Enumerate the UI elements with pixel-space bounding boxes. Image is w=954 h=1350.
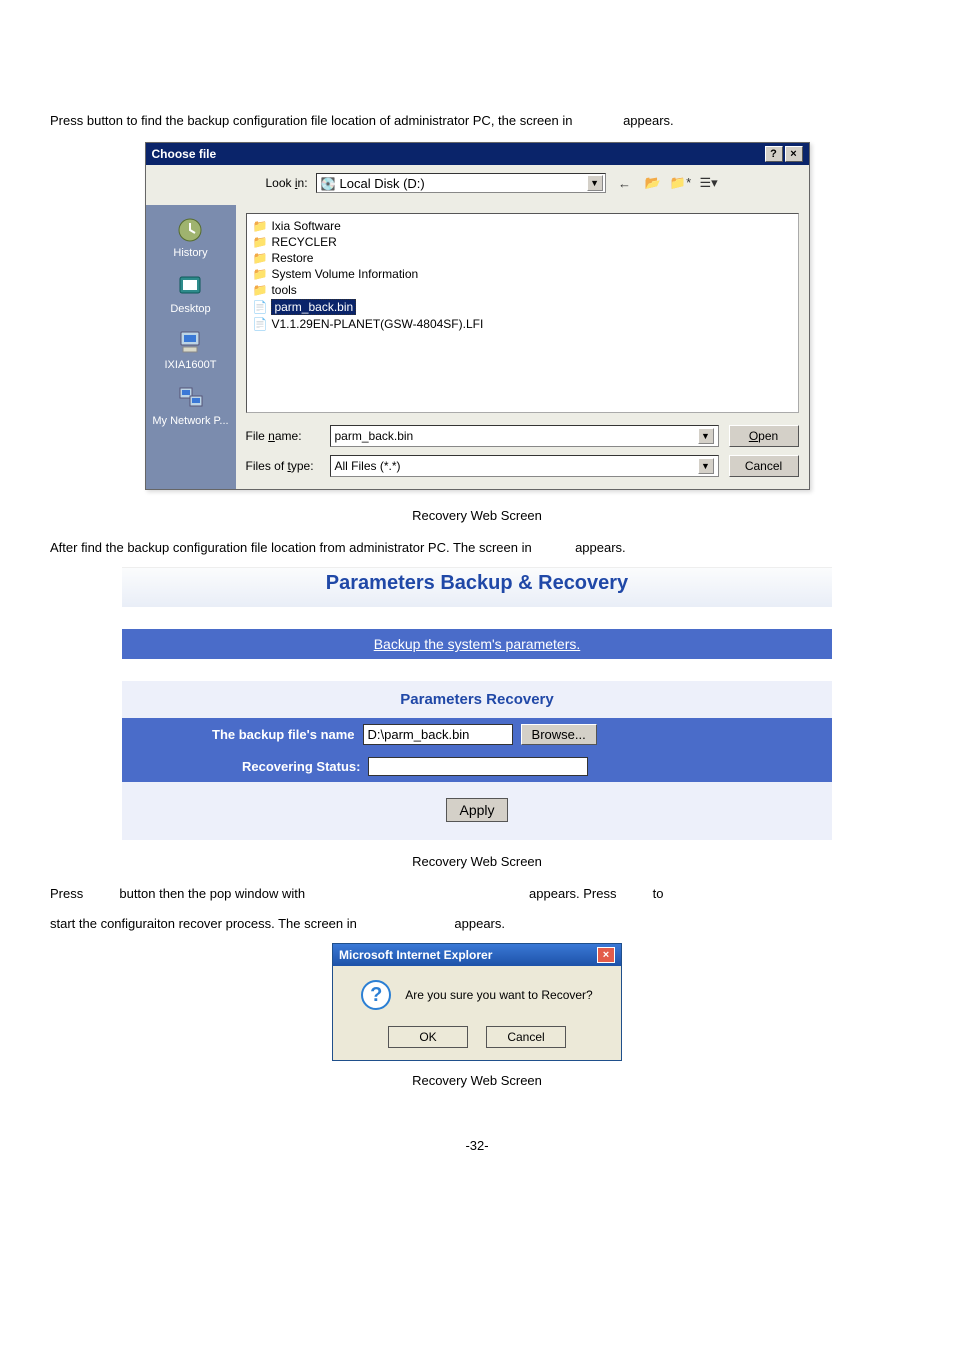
filetype-label: Files of type: — [246, 459, 320, 473]
place-label: History — [173, 247, 207, 259]
list-item-selected[interactable]: parm_back.bin — [253, 298, 792, 316]
ie-confirm-dialog: Microsoft Internet Explorer × ? Are you … — [332, 943, 622, 1061]
recovering-status-row: Recovering Status: — [122, 751, 832, 782]
text: start the configuraiton recover process.… — [50, 916, 360, 931]
network-icon — [174, 383, 208, 413]
press-label: Press — [50, 113, 83, 128]
new-folder-icon[interactable]: 📁* — [670, 173, 692, 193]
chevron-down-icon[interactable]: ▼ — [587, 175, 603, 191]
folder-icon — [253, 267, 268, 281]
place-history[interactable]: History — [173, 211, 207, 263]
dialog-titlebar: Choose file ? × — [146, 143, 809, 165]
backup-path-input[interactable]: D:\parm_back.bin — [363, 724, 513, 745]
cancel-button[interactable]: Cancel — [729, 455, 799, 477]
panel-title: Parameters Backup & Recovery — [122, 567, 832, 607]
computer-icon — [173, 327, 207, 357]
desktop-icon — [173, 271, 207, 301]
close-button[interactable]: × — [597, 947, 615, 963]
view-menu-icon[interactable]: ☰▾ — [698, 173, 720, 193]
file-icon — [253, 300, 268, 314]
history-icon — [173, 215, 207, 245]
folder-icon — [253, 251, 268, 265]
place-label: My Network P... — [152, 415, 228, 427]
after-find-line: After find the backup configuration file… — [50, 537, 904, 559]
help-button[interactable]: ? — [765, 146, 783, 162]
place-network[interactable]: My Network P... — [152, 379, 228, 431]
backup-link-bar: Backup the system's parameters. — [122, 629, 832, 659]
choose-file-dialog: Choose file ? × Look in: Local Disk (D:)… — [145, 142, 810, 490]
filename-value: parm_back.bin — [335, 429, 414, 443]
chevron-down-icon[interactable]: ▼ — [698, 428, 714, 444]
dialog-title: Choose file — [152, 147, 217, 161]
after-find-text: After find the backup configuration file… — [50, 540, 535, 555]
cancel-button[interactable]: Cancel — [486, 1026, 566, 1048]
back-icon[interactable]: ← — [614, 173, 636, 193]
lookin-value: Local Disk (D:) — [340, 176, 425, 191]
up-folder-icon[interactable]: 📂 — [642, 173, 664, 193]
page-number: -32- — [50, 1138, 904, 1153]
file-icon — [253, 317, 268, 331]
figure-caption: Recovery Web Screen — [50, 1073, 904, 1088]
folder-icon — [253, 235, 268, 249]
place-ixia[interactable]: IXIA1600T — [165, 323, 217, 375]
list-item[interactable]: Ixia Software — [253, 218, 792, 234]
filetype-select[interactable]: All Files (*.*) ▼ — [330, 455, 719, 477]
lookin-label: Look in: — [266, 176, 308, 190]
list-item[interactable]: tools — [253, 282, 792, 298]
status-box — [368, 757, 588, 776]
intro-line: Press button to find the backup configur… — [50, 110, 904, 132]
backup-link[interactable]: Backup the system's parameters. — [374, 636, 581, 652]
folder-icon — [253, 219, 268, 233]
row-label: The backup file's name — [212, 727, 355, 742]
intro-appears: appears. — [623, 113, 674, 128]
apply-button[interactable]: Apply — [446, 798, 507, 822]
text: appears. Press — [529, 886, 620, 901]
place-desktop[interactable]: Desktop — [170, 267, 210, 319]
close-button[interactable]: × — [785, 146, 803, 162]
ok-button[interactable]: OK — [388, 1026, 468, 1048]
place-label: Desktop — [170, 303, 210, 315]
ie-message: Are you sure you want to Recover? — [405, 988, 592, 1002]
ie-title-text: Microsoft Internet Explorer — [339, 948, 492, 962]
start-line: start the configuraiton recover process.… — [50, 913, 904, 935]
figure-caption: Recovery Web Screen — [50, 854, 904, 869]
figure-caption: Recovery Web Screen — [50, 508, 904, 523]
filename-label: File name: — [246, 429, 320, 443]
backup-filename-row: The backup file's name D:\parm_back.bin … — [122, 718, 832, 751]
row-label: Recovering Status: — [242, 759, 360, 774]
question-icon: ? — [361, 980, 391, 1010]
folder-icon — [253, 283, 268, 297]
disk-icon — [321, 176, 340, 191]
panel-subtitle: Parameters Recovery — [122, 681, 832, 718]
places-bar: History Desktop IXIA1600T My Network P..… — [146, 205, 236, 489]
list-item[interactable]: V1.1.29EN-PLANET(GSW-4804SF).LFI — [253, 316, 792, 332]
text: Press — [50, 886, 87, 901]
browse-button[interactable]: Browse... — [521, 724, 597, 745]
ie-titlebar: Microsoft Internet Explorer × — [333, 944, 621, 966]
file-list[interactable]: Ixia Software RECYCLER Restore System Vo… — [246, 213, 799, 413]
parameters-panel: Parameters Backup & Recovery Backup the … — [122, 567, 832, 840]
list-item[interactable]: Restore — [253, 250, 792, 266]
press-apply-line: Press button then the pop window with ap… — [50, 883, 904, 905]
text: button then the pop window with — [119, 886, 308, 901]
list-item[interactable]: System Volume Information — [253, 266, 792, 282]
filetype-value: All Files (*.*) — [335, 459, 401, 473]
lookin-select[interactable]: Local Disk (D:) ▼ — [316, 173, 606, 193]
list-item[interactable]: RECYCLER — [253, 234, 792, 250]
after-find-appears: appears. — [575, 540, 626, 555]
intro-rest: button to find the backup configuration … — [87, 113, 576, 128]
open-button[interactable]: Open — [729, 425, 799, 447]
text: to — [653, 886, 664, 901]
filename-input[interactable]: parm_back.bin ▼ — [330, 425, 719, 447]
place-label: IXIA1600T — [165, 359, 217, 371]
text: appears. — [454, 916, 505, 931]
chevron-down-icon[interactable]: ▼ — [698, 458, 714, 474]
